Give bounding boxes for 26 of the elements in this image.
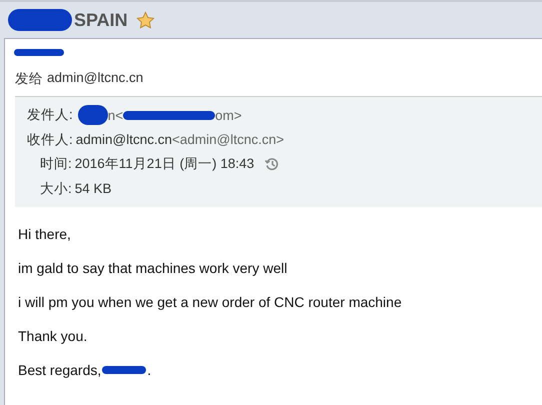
redaction-mark <box>102 366 146 374</box>
size-value: 54 KB <box>74 181 112 196</box>
email-subject: SPAIN <box>74 10 128 30</box>
size-label: 大小: <box>40 180 72 198</box>
history-icon[interactable] <box>264 156 280 172</box>
closing-text: Best regards, <box>18 362 102 378</box>
recipient-address: admin@ltcnc.cn <box>47 70 144 87</box>
sender-address: < <box>115 108 124 123</box>
to-address: <admin@ltcnc.cn> <box>172 132 284 148</box>
redaction-mark <box>78 105 108 126</box>
star-icon[interactable] <box>136 10 155 30</box>
redaction-mark <box>8 9 72 31</box>
body-paragraph: Thank you. <box>18 327 88 346</box>
closing-period: . <box>147 362 152 378</box>
sender-label: 发件人: <box>27 106 73 124</box>
body-paragraph: Hi there, <box>18 225 72 244</box>
to-name: admin@ltcnc.cn <box>76 132 172 148</box>
time-label: 时间: <box>40 155 72 174</box>
sender-name: n <box>108 108 116 123</box>
body-paragraph: i will pm you when we get a new order of CNC router machine <box>18 293 403 312</box>
sender-address: om> <box>215 108 242 123</box>
recipient-label: 发给 <box>15 70 43 88</box>
body-paragraph: im gald to say that machines work very well <box>18 259 288 278</box>
redaction-mark <box>14 49 64 56</box>
to-label: 收件人: <box>27 130 73 149</box>
time-value: 2016年11月21日 (周一) 18:43 <box>74 155 254 174</box>
